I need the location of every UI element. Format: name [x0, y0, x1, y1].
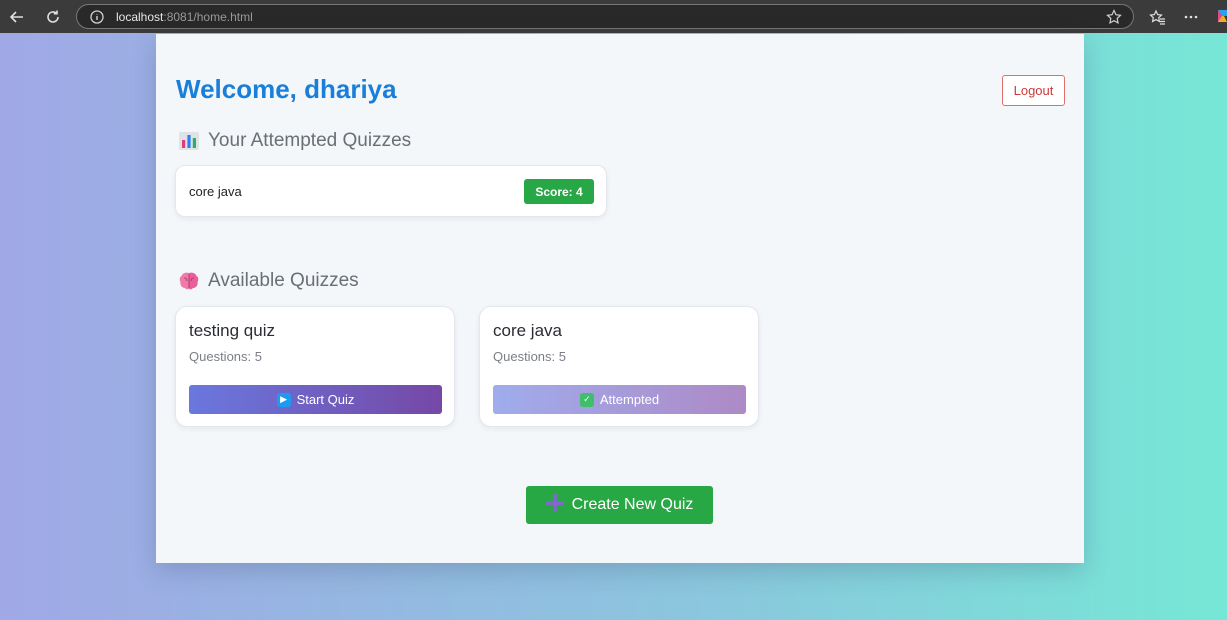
attempted-section-title: Your Attempted Quizzes: [178, 130, 411, 152]
quiz-card: core java Questions: 5 ✓ Attempted: [479, 306, 759, 427]
start-quiz-button[interactable]: ▶ Start Quiz: [189, 385, 442, 414]
create-new-quiz-button[interactable]: Create New Quiz: [526, 486, 713, 524]
bar-chart-icon: [178, 130, 200, 152]
plus-icon: [544, 492, 565, 517]
available-title-text: Available Quizzes: [208, 270, 359, 291]
url-text: localhost:8081/home.html: [116, 10, 253, 24]
attempted-quiz-name: core java: [189, 184, 242, 199]
quiz-card: testing quiz Questions: 5 ▶ Start Quiz: [175, 306, 455, 427]
logout-button[interactable]: Logout: [1002, 75, 1065, 106]
attempted-quiz-button[interactable]: ✓ Attempted: [493, 385, 746, 414]
attempted-quiz-card: core java Score: 4: [175, 165, 607, 217]
url-host: localhost: [116, 10, 164, 24]
quiz-question-count: Questions: 5: [493, 349, 566, 364]
welcome-heading: Welcome, dhariya: [176, 74, 397, 104]
brain-icon: [178, 270, 200, 292]
site-info-icon[interactable]: [90, 10, 104, 29]
copilot-icon[interactable]: [1216, 8, 1227, 24]
score-badge: Score: 4: [524, 179, 594, 204]
play-icon: ▶: [276, 392, 291, 407]
quiz-title: testing quiz: [189, 321, 275, 340]
home-panel: Welcome, dhariya Logout Your Attempted Q…: [156, 34, 1084, 563]
reload-icon[interactable]: [42, 6, 64, 28]
attempted-label: Attempted: [599, 392, 660, 407]
attempted-title-text: Your Attempted Quizzes: [208, 130, 412, 151]
check-icon: ✓: [579, 392, 594, 407]
browser-toolbar: localhost:8081/home.html: [0, 0, 1227, 33]
quiz-title: core java: [493, 321, 562, 340]
back-icon[interactable]: [6, 6, 28, 28]
favorites-icon[interactable]: [1146, 6, 1168, 28]
address-bar[interactable]: localhost:8081/home.html: [76, 4, 1134, 29]
available-section-title: Available Quizzes: [178, 270, 359, 292]
favorite-star-icon[interactable]: [1106, 9, 1122, 30]
more-options-icon[interactable]: [1180, 6, 1202, 28]
start-quiz-label: Start Quiz: [296, 392, 355, 407]
create-quiz-label: Create New Quiz: [571, 496, 694, 513]
quiz-question-count: Questions: 5: [189, 349, 262, 364]
url-path: :8081/home.html: [163, 10, 253, 24]
